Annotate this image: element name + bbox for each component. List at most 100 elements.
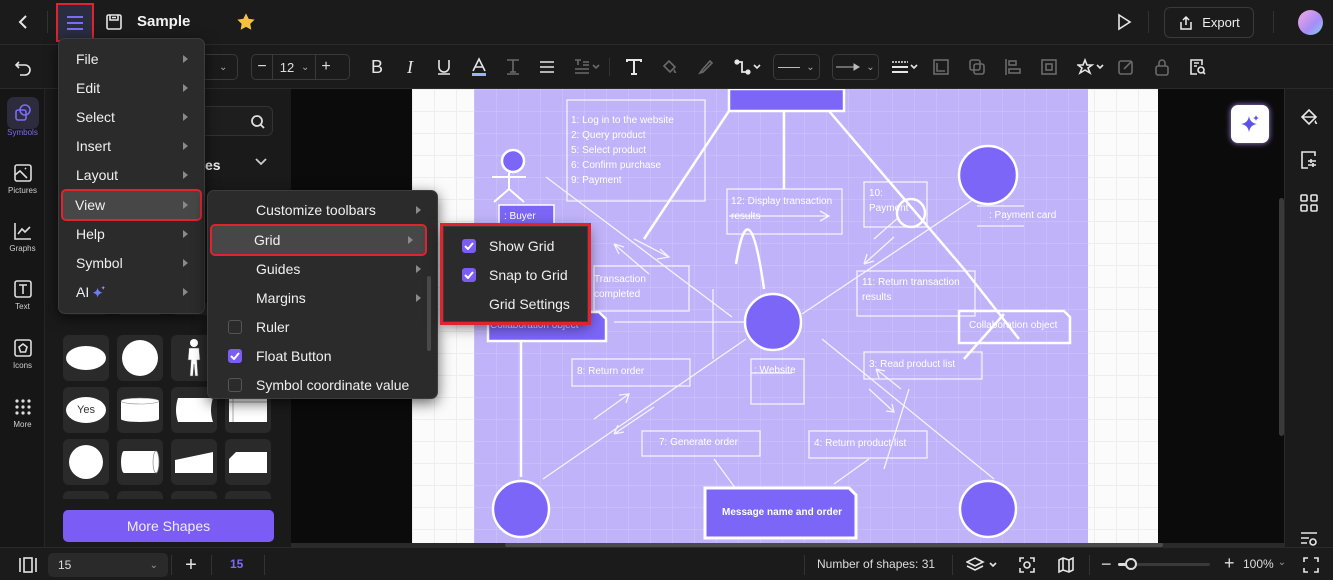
line-weight-button[interactable] bbox=[889, 56, 921, 78]
text-spacing-button[interactable] bbox=[571, 56, 603, 78]
line-color-button[interactable] bbox=[695, 56, 717, 78]
find-button[interactable] bbox=[1187, 56, 1209, 78]
shape-ellipse[interactable] bbox=[63, 335, 109, 381]
main-menu-button[interactable] bbox=[56, 3, 94, 42]
shape-circle[interactable] bbox=[117, 335, 163, 381]
style-panel-button[interactable] bbox=[1298, 106, 1320, 128]
text-highlight-button[interactable] bbox=[503, 56, 523, 78]
increase-font-button[interactable]: + bbox=[316, 58, 336, 76]
ai-float-button[interactable] bbox=[1231, 105, 1269, 143]
menu-item-symbol[interactable]: Symbol bbox=[63, 249, 200, 277]
menu-item-help[interactable]: Help bbox=[63, 220, 200, 248]
page-view-button[interactable] bbox=[17, 555, 39, 575]
save-button[interactable] bbox=[104, 12, 124, 32]
rail-symbols[interactable]: Symbols bbox=[0, 97, 45, 137]
font-color-button[interactable] bbox=[468, 56, 490, 78]
more-shapes-button[interactable]: More Shapes bbox=[63, 510, 274, 542]
shape-item[interactable] bbox=[225, 491, 271, 499]
zoom-in-button[interactable]: + bbox=[1224, 553, 1235, 574]
zoom-level-select[interactable]: 100% ⌄ bbox=[1243, 557, 1286, 571]
layers-button[interactable] bbox=[965, 555, 1001, 575]
font-size-stepper[interactable]: − 12 ⌄ + bbox=[251, 54, 350, 80]
connector-button[interactable] bbox=[733, 56, 765, 78]
text-tool-button[interactable] bbox=[623, 56, 645, 78]
submenu-scrollbar[interactable] bbox=[427, 276, 431, 351]
menu-item-margins[interactable]: Margins bbox=[212, 284, 433, 312]
shape-item[interactable] bbox=[117, 491, 163, 499]
float-button-checkbox[interactable] bbox=[228, 349, 242, 363]
line-style-select[interactable]: ⌄ bbox=[773, 54, 820, 80]
rail-icons[interactable]: Icons bbox=[0, 338, 45, 370]
menu-item-snap-to-grid[interactable]: Snap to Grid bbox=[448, 261, 583, 289]
shape-card[interactable] bbox=[225, 439, 271, 485]
bold-button[interactable]: B bbox=[367, 56, 387, 78]
italic-button[interactable]: I bbox=[400, 56, 420, 78]
settings-panel-button[interactable] bbox=[1298, 531, 1320, 547]
user-avatar[interactable] bbox=[1298, 10, 1323, 35]
page-tab-15[interactable]: 15 bbox=[230, 557, 243, 571]
menu-item-layout[interactable]: Layout bbox=[63, 161, 200, 189]
shape-item[interactable] bbox=[63, 491, 109, 499]
align-objects-button[interactable] bbox=[1002, 56, 1024, 78]
page-setup-button[interactable] bbox=[1298, 149, 1320, 171]
menu-item-select[interactable]: Select bbox=[63, 103, 200, 131]
fullscreen-button[interactable] bbox=[1300, 555, 1322, 575]
fill-button[interactable] bbox=[658, 56, 680, 78]
shape-manual-input[interactable] bbox=[171, 439, 217, 485]
group-button[interactable] bbox=[1038, 56, 1060, 78]
shape-decision-yes[interactable]: Yes bbox=[63, 387, 109, 433]
zoom-slider-handle[interactable] bbox=[1125, 558, 1138, 570]
menu-item-grid[interactable]: Grid bbox=[210, 224, 427, 256]
symbol-search-input[interactable] bbox=[205, 106, 273, 136]
lock-button[interactable] bbox=[1151, 56, 1173, 78]
menu-item-insert[interactable]: Insert bbox=[63, 132, 200, 160]
menu-item-show-grid[interactable]: Show Grid bbox=[448, 232, 583, 260]
page-select[interactable]: 15 ⌄ bbox=[48, 553, 168, 577]
shape-item[interactable] bbox=[171, 491, 217, 499]
shape-connector-circle[interactable] bbox=[63, 439, 109, 485]
search-icon[interactable] bbox=[250, 114, 266, 130]
shape-cylinder[interactable] bbox=[117, 387, 163, 433]
send-back-button[interactable] bbox=[966, 56, 988, 78]
symbol-coordinate-checkbox[interactable] bbox=[228, 378, 242, 392]
back-button[interactable] bbox=[12, 11, 34, 33]
menu-item-symbol-coordinate[interactable]: Symbol coordinate value bbox=[212, 371, 433, 399]
decrease-font-button[interactable]: − bbox=[252, 58, 272, 76]
document-title[interactable]: Sample bbox=[137, 13, 190, 30]
canvas-area[interactable]: 1: Log in to the website 2: Query produc… bbox=[291, 89, 1284, 547]
focus-button[interactable] bbox=[1016, 555, 1038, 575]
edit-button[interactable] bbox=[1115, 56, 1137, 78]
menu-item-ai[interactable]: AI bbox=[63, 278, 200, 306]
zoom-slider[interactable] bbox=[1118, 558, 1210, 570]
show-grid-checkbox[interactable] bbox=[462, 239, 476, 253]
menu-item-ruler[interactable]: Ruler bbox=[212, 313, 433, 341]
align-button[interactable] bbox=[536, 56, 558, 78]
menu-item-edit[interactable]: Edit bbox=[63, 74, 200, 102]
shape-direct-data[interactable] bbox=[117, 439, 163, 485]
present-button[interactable] bbox=[1112, 11, 1136, 33]
layout-panel-button[interactable] bbox=[1298, 192, 1320, 214]
collapse-section-button[interactable] bbox=[255, 155, 267, 169]
bring-front-button[interactable] bbox=[930, 56, 952, 78]
zoom-out-button[interactable]: − bbox=[1101, 554, 1112, 575]
magic-button[interactable] bbox=[1076, 56, 1108, 78]
snap-to-grid-checkbox[interactable] bbox=[462, 268, 476, 282]
rail-text[interactable]: Text bbox=[0, 279, 45, 311]
rail-more[interactable]: More bbox=[0, 397, 45, 429]
menu-item-view[interactable]: View bbox=[61, 189, 202, 221]
underline-button[interactable] bbox=[434, 56, 454, 78]
menu-item-file[interactable]: File bbox=[63, 45, 200, 73]
arrow-style-select[interactable]: ⌄ bbox=[832, 54, 879, 80]
ruler-checkbox[interactable] bbox=[228, 320, 242, 334]
undo-button[interactable] bbox=[12, 57, 34, 79]
map-button[interactable] bbox=[1055, 555, 1077, 575]
rail-pictures[interactable]: Pictures bbox=[0, 163, 45, 195]
font-family-select[interactable]: ⌄ bbox=[205, 54, 238, 80]
menu-item-grid-settings[interactable]: Grid Settings bbox=[448, 290, 583, 318]
rail-graphs[interactable]: Graphs bbox=[0, 221, 45, 253]
font-size-value[interactable]: 12 bbox=[273, 60, 301, 75]
menu-item-customize-toolbars[interactable]: Customize toolbars bbox=[212, 196, 433, 224]
add-page-button[interactable]: + bbox=[180, 554, 202, 576]
menu-item-guides[interactable]: Guides bbox=[212, 255, 433, 283]
menu-item-float-button[interactable]: Float Button bbox=[212, 342, 433, 370]
